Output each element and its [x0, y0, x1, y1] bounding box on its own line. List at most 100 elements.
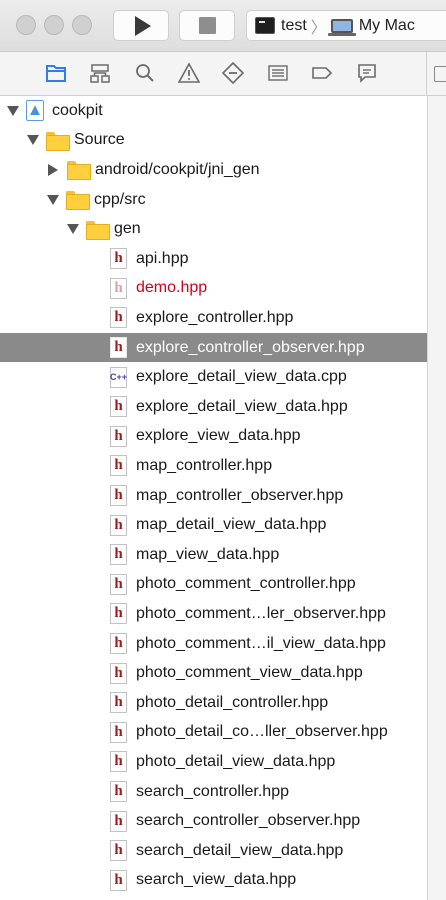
- file-row[interactable]: h photo_comment_controller.hpp: [0, 570, 427, 600]
- tree-row-cpp-src[interactable]: cpp/src: [0, 185, 427, 215]
- tree-row-project[interactable]: cookpit: [0, 96, 427, 126]
- file-name-label: search_controller.hpp: [136, 782, 289, 800]
- file-row[interactable]: h explore_controller_observer.hpp: [0, 332, 427, 363]
- navigator-tab-bar: [0, 52, 446, 96]
- search-icon[interactable]: [134, 62, 156, 84]
- run-button[interactable]: [113, 10, 169, 41]
- pane-divider[interactable]: [426, 52, 427, 96]
- file-name-label: photo_comment_view_data.hpp: [136, 664, 363, 682]
- file-name-label: photo_detail_view_data.hpp: [136, 752, 336, 770]
- header-file-icon: h: [110, 662, 127, 684]
- file-name-label: demo.hpp: [136, 279, 208, 297]
- cpp-file-icon: C++: [110, 366, 127, 388]
- header-file-icon: h: [110, 396, 127, 418]
- disclosure-open-icon[interactable]: [27, 135, 39, 146]
- file-name-label: explore_detail_view_data.hpp: [136, 397, 348, 415]
- disclosure-open-icon[interactable]: [67, 224, 79, 235]
- file-name-label: explore_detail_view_data.cpp: [136, 368, 347, 386]
- editor-pane-edge: [434, 66, 446, 82]
- editor-edge-gutter: [427, 96, 446, 900]
- file-name-label: photo_comment…il_view_data.hpp: [136, 634, 386, 652]
- scheme-selector[interactable]: test 〉 My Mac: [246, 10, 446, 41]
- file-name-label: photo_comment…ler_observer.hpp: [136, 604, 386, 622]
- file-name-label: map_controller_observer.hpp: [136, 486, 344, 504]
- file-name-label: photo_detail_controller.hpp: [136, 693, 329, 711]
- disclosure-closed-icon[interactable]: [48, 163, 58, 176]
- stop-icon: [198, 17, 216, 34]
- header-file-icon: h: [110, 869, 127, 891]
- header-file-icon: h: [110, 810, 127, 832]
- play-icon: [135, 15, 151, 36]
- header-file-icon: h: [110, 277, 127, 299]
- file-row[interactable]: h explore_controller.hpp: [0, 303, 427, 333]
- header-file-icon: h: [110, 514, 127, 536]
- header-file-icon: h: [110, 573, 127, 595]
- file-row[interactable]: h map_controller_observer.hpp: [0, 481, 427, 511]
- file-row[interactable]: h api.hpp: [0, 244, 427, 274]
- file-name-label: search_view_data.hpp: [136, 871, 297, 889]
- file-row[interactable]: h photo_detail_view_data.hpp: [0, 747, 427, 777]
- disclosure-open-icon[interactable]: [7, 105, 19, 116]
- group-label: Source: [74, 131, 125, 149]
- file-row[interactable]: h search_controller_observer.hpp: [0, 806, 427, 836]
- file-name-label: explore_controller_observer.hpp: [136, 338, 365, 356]
- project-navigator-tree: cookpit Source android/cookpit/jni_gen c…: [0, 96, 427, 900]
- file-name-label: api.hpp: [136, 249, 189, 267]
- file-row[interactable]: h photo_detail_controller.hpp: [0, 688, 427, 718]
- tree-row-android[interactable]: android/cookpit/jni_gen: [0, 155, 427, 185]
- file-name-label: explore_controller.hpp: [136, 308, 294, 326]
- minimize-window-button[interactable]: [44, 15, 64, 35]
- folder-icon: [67, 161, 91, 181]
- folder-icon: [66, 191, 90, 211]
- warning-icon[interactable]: [177, 62, 201, 84]
- file-row[interactable]: h demo.hpp: [0, 274, 427, 304]
- header-file-icon: h: [110, 840, 127, 862]
- header-file-icon: h: [110, 544, 127, 566]
- tree-row-source[interactable]: Source: [0, 126, 427, 156]
- tree-row-gen[interactable]: gen: [0, 214, 427, 244]
- header-file-icon: h: [110, 337, 127, 359]
- header-file-icon: h: [110, 781, 127, 803]
- file-row[interactable]: h photo_comment_view_data.hpp: [0, 658, 427, 688]
- project-label: cookpit: [52, 101, 103, 119]
- file-row[interactable]: h search_detail_view_data.hpp: [0, 836, 427, 866]
- header-file-icon: h: [110, 455, 127, 477]
- header-file-icon: h: [110, 425, 127, 447]
- file-row[interactable]: h search_view_data.hpp: [0, 866, 427, 896]
- folder-icon: [46, 131, 70, 151]
- debug-list-icon[interactable]: [267, 62, 289, 84]
- laptop-icon: [327, 18, 356, 36]
- group-label: cpp/src: [94, 190, 146, 208]
- file-row[interactable]: h map_detail_view_data.hpp: [0, 510, 427, 540]
- report-icon[interactable]: [356, 62, 378, 84]
- disclosure-open-icon[interactable]: [47, 194, 59, 205]
- file-row[interactable]: h map_view_data.hpp: [0, 540, 427, 570]
- file-row[interactable]: h map_controller.hpp: [0, 451, 427, 481]
- file-row[interactable]: h search_controller.hpp: [0, 777, 427, 807]
- scheme-chevron: 〉: [310, 19, 327, 37]
- file-name-label: map_controller.hpp: [136, 456, 273, 474]
- file-row[interactable]: C++ explore_detail_view_data.cpp: [0, 362, 427, 392]
- breakpoint-icon[interactable]: [311, 62, 333, 84]
- file-row[interactable]: h photo_detail_co…ller_observer.hpp: [0, 718, 427, 748]
- window-toolbar: test 〉 My Mac: [0, 0, 446, 52]
- group-label: android/cookpit/jni_gen: [95, 160, 260, 178]
- header-file-icon: h: [110, 751, 127, 773]
- test-diamond-icon[interactable]: [221, 61, 245, 85]
- file-row[interactable]: h explore_view_data.hpp: [0, 422, 427, 452]
- file-name-label: photo_detail_co…ller_observer.hpp: [136, 723, 388, 741]
- hierarchy-icon[interactable]: [89, 62, 111, 84]
- header-file-icon: h: [110, 721, 127, 743]
- file-name-label: map_view_data.hpp: [136, 545, 280, 563]
- header-file-icon: h: [110, 485, 127, 507]
- close-window-button[interactable]: [16, 15, 36, 35]
- terminal-icon: [255, 17, 275, 34]
- zoom-window-button[interactable]: [72, 15, 92, 35]
- xcode-project-icon: [26, 100, 44, 122]
- file-row[interactable]: h photo_comment…ler_observer.hpp: [0, 599, 427, 629]
- folder-icon[interactable]: [45, 62, 67, 84]
- file-name-label: photo_comment_controller.hpp: [136, 575, 356, 593]
- file-row[interactable]: h explore_detail_view_data.hpp: [0, 392, 427, 422]
- stop-button[interactable]: [179, 10, 235, 41]
- file-row[interactable]: h photo_comment…il_view_data.hpp: [0, 629, 427, 659]
